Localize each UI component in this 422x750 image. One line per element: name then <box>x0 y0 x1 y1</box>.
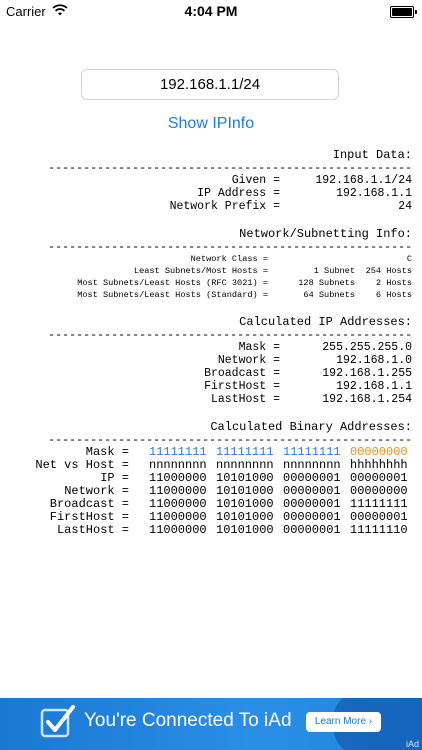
report-row: Most Subnets/Least Hosts (RFC 3021) = 128… <box>48 277 412 289</box>
report-row: LastHost = 11000000 10101000 00000001 111111… <box>48 524 412 537</box>
status-bar: Carrier 4:04 PM <box>0 0 422 22</box>
report-row: Network Class = C <box>48 253 412 265</box>
section-title-subnet-info: Network/Subnetting Info: <box>239 227 412 241</box>
report-row: Network Prefix = 24 <box>48 200 412 213</box>
row-label: Network Class = <box>190 254 268 264</box>
binary-octet: 10101000 <box>216 523 274 537</box>
row-value: 192.168.1.0 <box>336 354 412 367</box>
status-time: 4:04 PM <box>184 3 238 19</box>
report-row: Mask = 255.255.255.0 <box>48 341 412 354</box>
divider: ----------------------------------------… <box>48 330 412 341</box>
battery-icon <box>390 6 417 18</box>
ip-input-field[interactable] <box>81 69 339 100</box>
row-label: IP Address = <box>197 187 280 200</box>
row-value-subnets: 128 Subnets <box>298 278 355 288</box>
row-value: 192.168.1.255 <box>322 367 412 380</box>
checkmark-icon <box>40 705 75 738</box>
section-title-calc-ip: Calculated IP Addresses: <box>239 315 412 329</box>
iad-logo: iAd <box>405 739 419 749</box>
report-row: Given = 192.168.1.1/24 <box>48 174 412 187</box>
report-row: LastHost = 192.168.1.254 <box>48 393 412 406</box>
row-value-hosts: 6 Hosts <box>375 290 412 300</box>
row-value: 24 <box>398 200 412 213</box>
section-title-input-data: Input Data: <box>332 148 412 162</box>
row-value-hosts: 2 Hosts <box>375 278 412 288</box>
binary-octet: 00000001 <box>283 523 341 537</box>
row-label: Network Prefix = <box>169 200 280 213</box>
report-row: Broadcast = 192.168.1.255 <box>48 367 412 380</box>
row-label: LastHost = <box>56 523 129 537</box>
row-value-hosts: 254 Hosts <box>365 266 412 276</box>
divider: ----------------------------------------… <box>48 242 412 253</box>
row-value: 255.255.255.0 <box>322 341 412 354</box>
report-row: Network = 192.168.1.0 <box>48 354 412 367</box>
row-label: FirstHost = <box>204 380 280 393</box>
row-value: 192.168.1.1/24 <box>315 174 412 187</box>
ip-input[interactable] <box>82 70 338 99</box>
row-value-subnets: 1 Subnet <box>313 266 355 276</box>
row-value: 192.168.1.1 <box>336 187 412 200</box>
learn-more-button[interactable]: Learn More › <box>306 712 381 732</box>
report-row: Least Subnets/Most Hosts = 1 Subnet 254 Ho… <box>48 265 412 277</box>
binary-octet: 11111110 <box>350 523 408 537</box>
row-value: 192.168.1.254 <box>322 393 412 406</box>
row-label: Broadcast = <box>204 367 280 380</box>
row-label: Most Subnets/Least Hosts (RFC 3021) = <box>77 278 268 288</box>
divider: ----------------------------------------… <box>48 163 412 174</box>
report-row: IP Address = 192.168.1.1 <box>48 187 412 200</box>
row-label: LastHost = <box>210 393 280 406</box>
ip-report: Input Data: ----------------------------… <box>35 148 412 537</box>
row-label: Mask = <box>238 341 280 354</box>
row-value: 192.168.1.1 <box>336 380 412 393</box>
binary-octet: 11000000 <box>149 523 207 537</box>
ad-headline: You're Connected To iAd <box>84 710 292 731</box>
iad-banner[interactable]: You're Connected To iAd Learn More › iAd <box>0 698 422 750</box>
row-label: Given = <box>231 174 280 187</box>
section-title-calc-binary: Calculated Binary Addresses: <box>210 420 412 434</box>
row-value-hosts: C <box>406 254 412 264</box>
row-label: Network = <box>217 354 280 367</box>
row-value-subnets: 64 Subnets <box>303 290 355 300</box>
report-row: Most Subnets/Least Hosts (Standard) = 64 … <box>48 289 412 301</box>
report-row: FirstHost = 192.168.1.1 <box>48 380 412 393</box>
row-label: Most Subnets/Least Hosts (Standard) = <box>77 290 268 300</box>
row-label: Least Subnets/Most Hosts = <box>133 266 268 276</box>
show-ipinfo-button[interactable]: Show IPInfo <box>0 115 422 133</box>
